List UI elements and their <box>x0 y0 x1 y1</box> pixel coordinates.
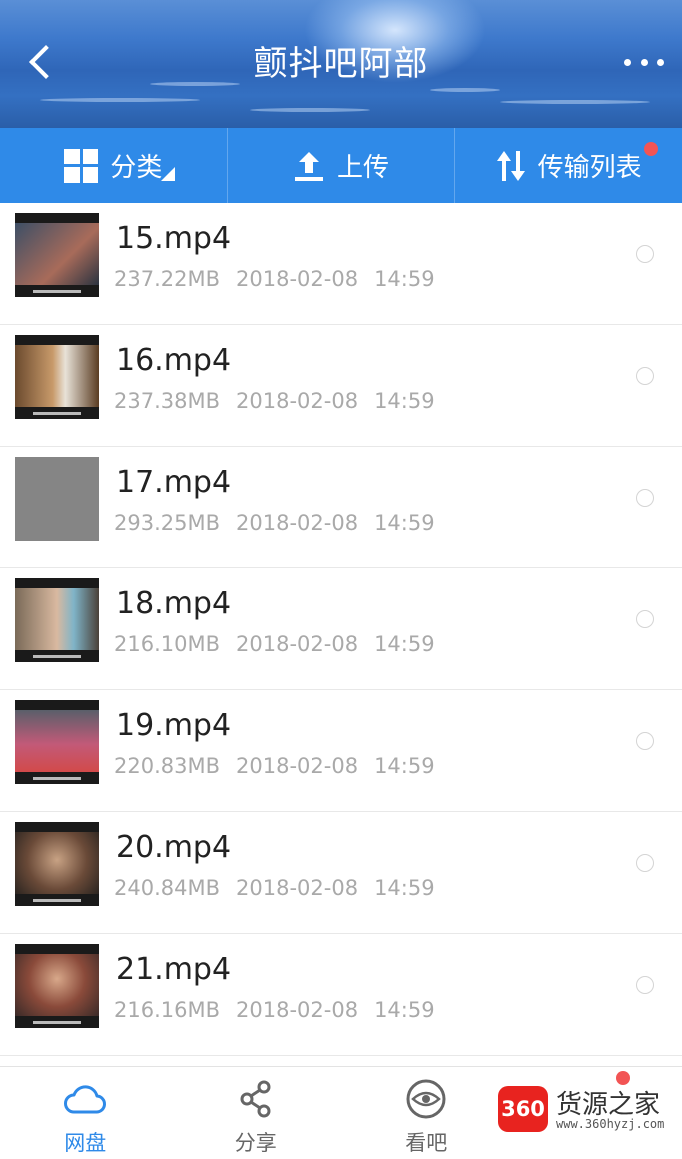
file-meta: 240.84MB 2018-02-08 14:59 <box>114 875 435 900</box>
file-row[interactable]: 19.mp4 220.83MB 2018-02-08 14:59 <box>0 690 682 812</box>
file-meta: 220.83MB 2018-02-08 14:59 <box>114 754 435 779</box>
file-meta: 237.22MB 2018-02-08 14:59 <box>114 267 435 291</box>
category-label: 分类 <box>110 153 163 183</box>
file-row[interactable]: 15.mp4 237.22MB 2018-02-08 14:59 <box>0 203 682 325</box>
cloud-icon <box>64 1085 107 1114</box>
select-radio[interactable] <box>636 975 654 994</box>
file-row[interactable]: 17.mp4 293.25MB 2018-02-08 14:59 <box>0 447 682 569</box>
more-options-button[interactable] <box>624 48 664 76</box>
dropdown-triangle-icon <box>160 167 175 181</box>
file-meta: 216.16MB 2018-02-08 14:59 <box>114 997 435 1022</box>
file-name: 19.mp4 <box>116 708 232 744</box>
video-thumbnail <box>15 456 99 541</box>
select-radio[interactable] <box>636 610 654 629</box>
file-list: 15.mp4 237.22MB 2018-02-08 14:59 16.mp4 23… <box>0 203 682 1056</box>
transfer-icon <box>496 150 525 181</box>
file-row[interactable]: 21.mp4 216.16MB 2018-02-08 14:59 <box>0 934 682 1056</box>
upload-label: 上传 <box>337 153 390 183</box>
video-thumbnail <box>15 213 99 297</box>
category-button[interactable]: 分类 <box>0 128 227 203</box>
header-banner: 颤抖吧阿部 <box>0 0 682 128</box>
upload-icon <box>295 151 323 181</box>
select-radio[interactable] <box>636 488 654 507</box>
file-name: 16.mp4 <box>116 342 232 378</box>
select-radio[interactable] <box>636 366 654 385</box>
file-meta: 293.25MB 2018-02-08 14:59 <box>114 510 435 535</box>
watermark: 360 货源之家 www.360hyzj.com <box>498 1086 678 1136</box>
file-row[interactable]: 16.mp4 237.38MB 2018-02-08 14:59 <box>0 325 682 447</box>
notification-dot <box>616 1071 630 1085</box>
transfer-list-button[interactable]: 传输列表 <box>454 128 682 203</box>
grid-icon <box>64 148 99 183</box>
notification-dot <box>644 142 659 156</box>
tab-share[interactable]: 分享 <box>171 1067 342 1159</box>
tab-watch[interactable]: 看吧 <box>341 1067 512 1159</box>
watermark-logo: 360 <box>498 1086 548 1132</box>
select-radio[interactable] <box>636 732 654 751</box>
eye-icon <box>406 1079 446 1119</box>
file-name: 17.mp4 <box>116 464 232 500</box>
upload-button[interactable]: 上传 <box>226 128 455 203</box>
tab-label: 网盘 <box>64 1131 107 1155</box>
file-name: 20.mp4 <box>116 829 232 865</box>
video-thumbnail <box>15 700 99 785</box>
watermark-url: www.360hyzj.com <box>556 1117 665 1131</box>
tab-label: 看吧 <box>405 1131 448 1155</box>
file-row[interactable]: 18.mp4 216.10MB 2018-02-08 14:59 <box>0 568 682 691</box>
video-thumbnail <box>15 334 99 419</box>
select-radio[interactable] <box>636 245 654 263</box>
transfer-list-label: 传输列表 <box>537 153 642 183</box>
toolbar: 分类 上传 传输列表 <box>0 128 682 203</box>
file-name: 15.mp4 <box>116 221 232 256</box>
share-icon <box>240 1080 271 1118</box>
file-meta: 237.38MB 2018-02-08 14:59 <box>114 388 435 413</box>
file-meta: 216.10MB 2018-02-08 14:59 <box>114 632 435 657</box>
file-name: 18.mp4 <box>116 586 232 622</box>
file-row[interactable]: 20.mp4 240.84MB 2018-02-08 14:59 <box>0 812 682 934</box>
video-thumbnail <box>15 821 99 906</box>
select-radio[interactable] <box>636 853 654 872</box>
video-thumbnail <box>15 943 99 1028</box>
tab-label: 分享 <box>234 1131 277 1155</box>
watermark-name: 货源之家 <box>556 1090 661 1120</box>
tab-netdisk[interactable]: 网盘 <box>0 1067 171 1159</box>
file-name: 21.mp4 <box>116 951 232 987</box>
video-thumbnail <box>15 578 99 663</box>
page-title: 颤抖吧阿部 <box>253 44 429 84</box>
